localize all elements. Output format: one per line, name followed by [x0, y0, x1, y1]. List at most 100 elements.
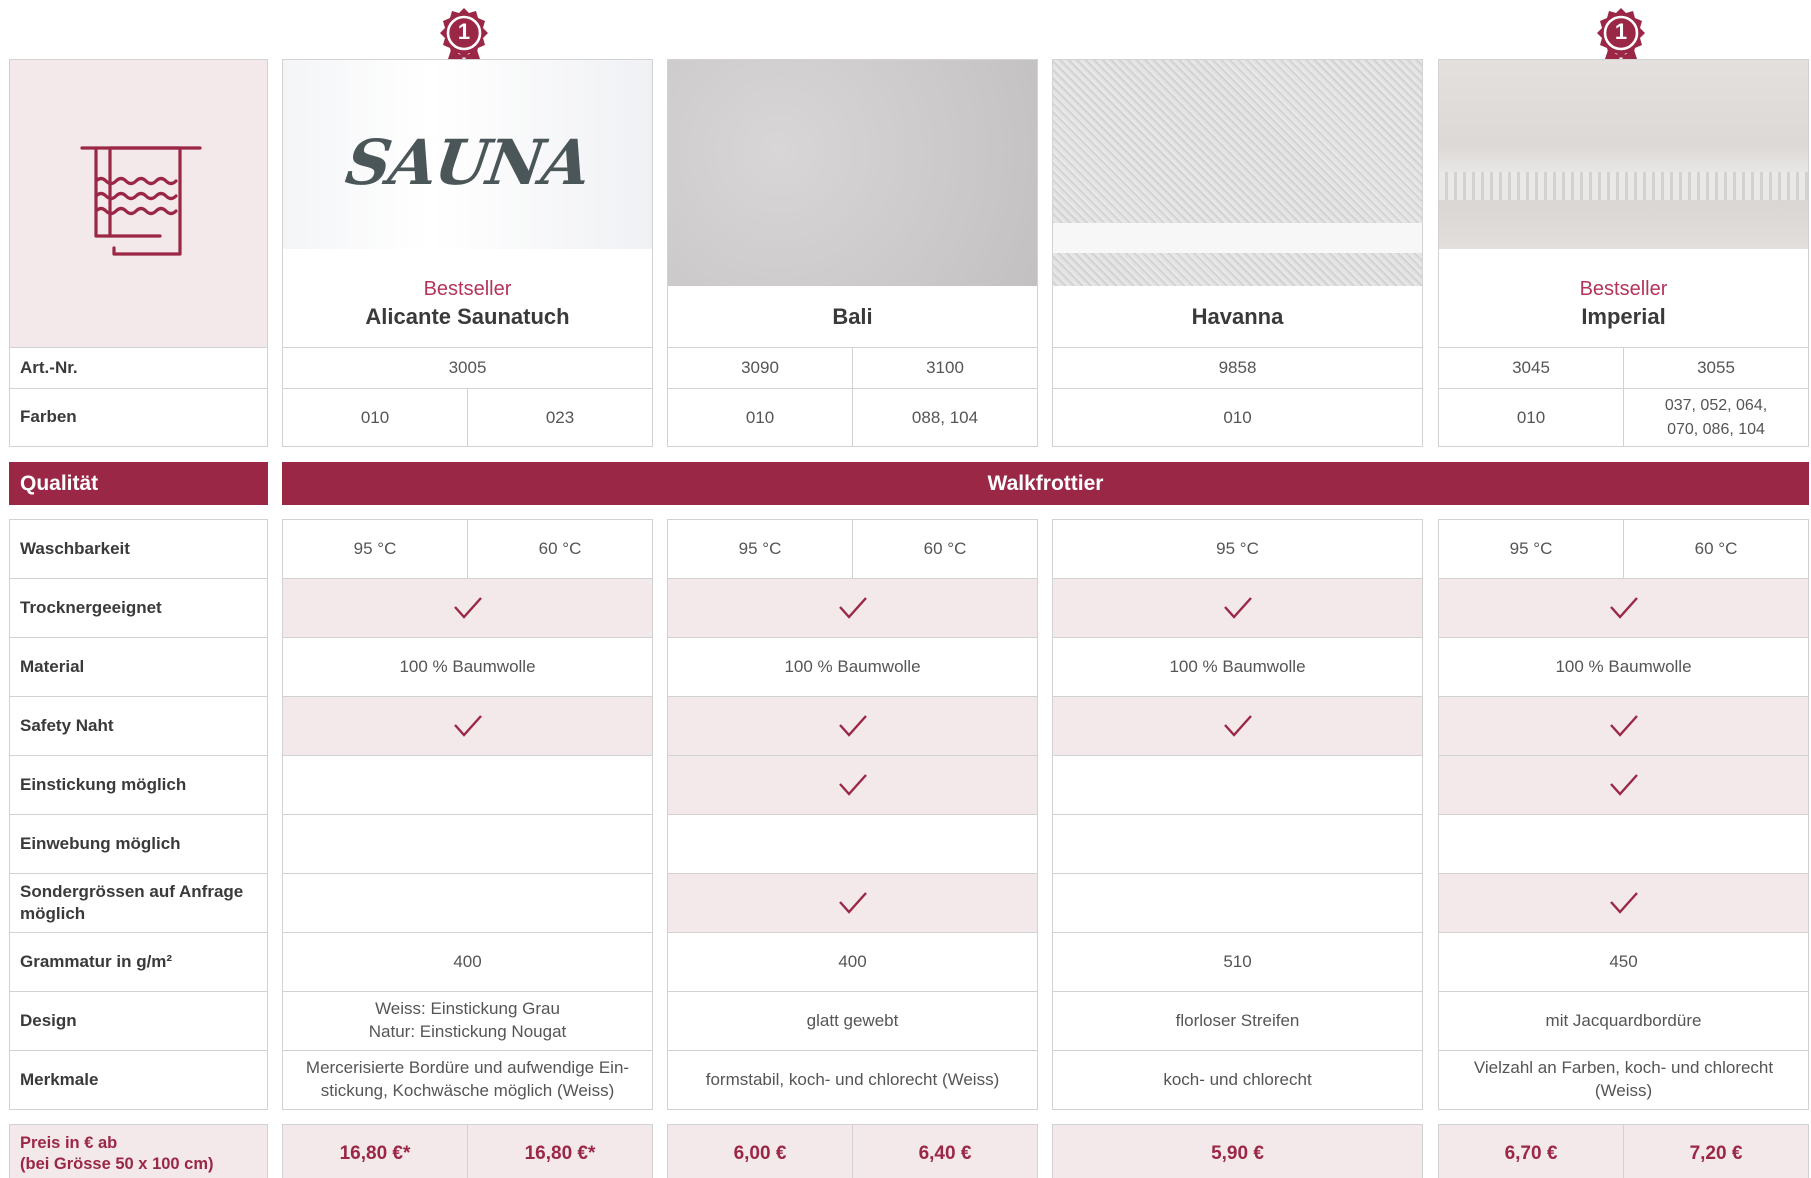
checkmark-icon — [453, 714, 483, 738]
art-nr-cell: 3090 — [667, 347, 853, 389]
product-image-imperial — [1439, 60, 1808, 249]
checkmark-icon — [1609, 891, 1639, 915]
product-image-text: SAUNA — [341, 126, 594, 199]
feature-cell: mit Jacquardbordüre — [1438, 991, 1809, 1051]
product-name: Alicante Saunatuch — [365, 304, 570, 329]
row-label: Grammatur in g/m² — [9, 932, 268, 992]
product-image-havanna — [1053, 60, 1422, 286]
price-label-line: Preis in € ab — [20, 1133, 118, 1152]
bestseller-label: Bestseller — [1579, 278, 1668, 300]
feature-cell: 60 °C — [852, 519, 1038, 579]
checkmark-icon — [1609, 596, 1639, 620]
check-cell — [1438, 578, 1809, 638]
quality-value: Walkfrottier — [282, 462, 1809, 505]
merkmale-line: Vielzahl an Farben, koch- und chlorecht — [1473, 1058, 1774, 1078]
feature-cell: 100 % Baumwolle — [1052, 637, 1423, 697]
row-label-art-nr: Art.-Nr. — [9, 347, 268, 389]
feature-cell: 95 °C — [1052, 519, 1423, 579]
farben-cell: 010 — [1052, 388, 1423, 447]
badge-number: 1 — [1614, 19, 1628, 44]
design-line: Weiss: Einstickung Grau — [375, 999, 560, 1019]
merkmale-line: stickung, Kochwäsche möglich (Weiss) — [320, 1081, 615, 1100]
product-name: Imperial — [1581, 304, 1666, 329]
merkmale-line: (Weiss) — [1594, 1081, 1653, 1100]
feature-cell: koch- und chlorecht — [1052, 1050, 1423, 1110]
stripe — [1053, 223, 1422, 253]
farben-cell: 037, 052, 064, 070, 086, 104 — [1623, 388, 1809, 447]
price-cell: 6,40 € — [852, 1124, 1038, 1178]
feature-cell: Vielzahl an Farben, koch- und chlorecht … — [1438, 1050, 1809, 1110]
empty-cell — [1052, 755, 1423, 815]
check-cell — [282, 696, 653, 756]
row-label: Einwebung möglich — [9, 814, 268, 874]
checkmark-icon — [1223, 714, 1253, 738]
price-cell: 7,20 € — [1623, 1124, 1809, 1178]
farben-cell: 023 — [467, 388, 653, 447]
check-cell — [282, 578, 653, 638]
product-title-havanna: Havanna — [1052, 302, 1423, 332]
empty-cell — [667, 814, 1038, 874]
feature-cell: 450 — [1438, 932, 1809, 992]
row-label: Trocknergeeignet — [9, 578, 268, 638]
art-nr-cell: 9858 — [1052, 347, 1423, 389]
check-cell — [667, 578, 1038, 638]
product-image-bali — [668, 60, 1037, 286]
product-title-alicante: Bestseller Alicante Saunatuch — [282, 276, 653, 332]
checkmark-icon — [838, 596, 868, 620]
row-label-line: möglich — [20, 904, 86, 923]
feature-cell: 100 % Baumwolle — [1438, 637, 1809, 697]
feature-cell: 100 % Baumwolle — [282, 637, 653, 697]
product-title-bali: Bali — [667, 302, 1038, 332]
row-label-line: Sondergrössen auf Anfrage — [20, 881, 244, 901]
check-cell — [667, 873, 1038, 933]
farben-cell: 010 — [282, 388, 468, 447]
empty-cell — [282, 873, 653, 933]
farben-cell: 010 — [667, 388, 853, 447]
feature-cell: Mercerisierte Bordüre und aufwendige Ein… — [282, 1050, 653, 1110]
feature-cell: florloser Streifen — [1052, 991, 1423, 1051]
check-cell — [1438, 696, 1809, 756]
price-cell: 5,90 € — [1052, 1124, 1423, 1178]
empty-cell — [282, 814, 653, 874]
row-label: Einstickung möglich — [9, 755, 268, 815]
checkmark-icon — [1223, 596, 1253, 620]
towel-icon-panel — [9, 59, 268, 348]
empty-cell — [1052, 814, 1423, 874]
feature-cell: 95 °C — [667, 519, 853, 579]
row-label: Waschbarkeit — [9, 519, 268, 579]
farben-cell: 010 — [1438, 388, 1624, 447]
row-label: Safety Naht — [9, 696, 268, 756]
checkmark-icon — [1609, 714, 1639, 738]
quality-label: Qualität — [9, 462, 268, 505]
feature-cell: glatt gewebt — [667, 991, 1038, 1051]
checkmark-icon — [453, 596, 483, 620]
price-cell: 16,80 €* — [467, 1124, 653, 1178]
product-name: Havanna — [1191, 304, 1284, 329]
check-cell — [667, 755, 1038, 815]
towel-icon — [80, 146, 202, 256]
checkmark-icon — [838, 714, 868, 738]
row-label: Design — [9, 991, 268, 1051]
row-label: Merkmale — [9, 1050, 268, 1110]
price-cell: 16,80 €* — [282, 1124, 468, 1178]
feature-cell: 95 °C — [282, 519, 468, 579]
check-cell — [1052, 578, 1423, 638]
row-label: Material — [9, 637, 268, 697]
product-title-imperial: Bestseller Imperial — [1438, 276, 1809, 332]
feature-cell: 60 °C — [1623, 519, 1809, 579]
art-nr-cell: 3055 — [1623, 347, 1809, 389]
feature-cell: 400 — [667, 932, 1038, 992]
farben-line: 037, 052, 064, — [1664, 397, 1768, 415]
feature-cell: 510 — [1052, 932, 1423, 992]
feature-cell: 60 °C — [467, 519, 653, 579]
feature-cell: 100 % Baumwolle — [667, 637, 1038, 697]
row-label-farben: Farben — [9, 388, 268, 447]
empty-cell — [1438, 814, 1809, 874]
feature-cell: 400 — [282, 932, 653, 992]
check-cell — [667, 696, 1038, 756]
check-cell — [1438, 755, 1809, 815]
product-image-alicante: SAUNA — [283, 60, 652, 249]
feature-cell: Weiss: Einstickung Grau Natur: Einsticku… — [282, 991, 653, 1051]
row-label: Sondergrössen auf Anfrage möglich — [9, 873, 268, 933]
checkmark-icon — [838, 891, 868, 915]
